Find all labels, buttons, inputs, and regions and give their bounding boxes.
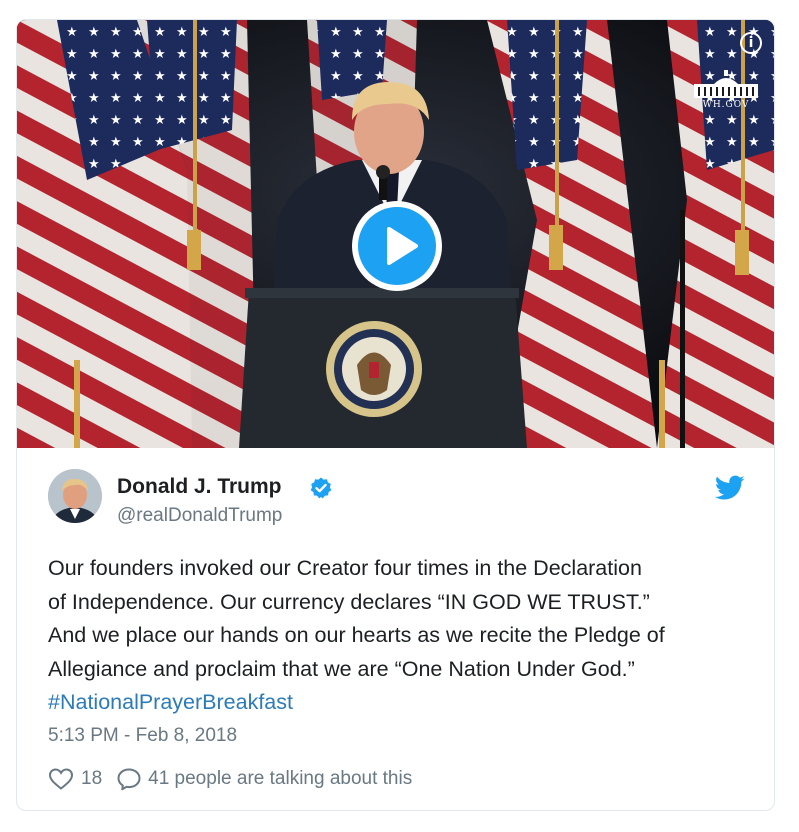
watermark-text: WH.GOV xyxy=(702,100,750,110)
tweet-text: Our founders invoked our Creator four ti… xyxy=(48,552,758,720)
info-icon[interactable]: i xyxy=(740,32,762,54)
embedded-tweet-card[interactable]: ★ xyxy=(16,19,775,811)
tweet-text-line: And we place our hands on our hearts as … xyxy=(48,623,665,647)
like-count[interactable]: 18 xyxy=(81,768,102,790)
author-handle[interactable]: @realDonaldTrump xyxy=(117,505,282,527)
tweet-text-line: Allegiance and proclaim that we are “One… xyxy=(48,656,635,681)
avatar[interactable] xyxy=(48,469,102,523)
tweet-actions: 18 41 people are talking about this xyxy=(48,766,412,792)
hashtag-link[interactable]: #NationalPrayerBreakfast xyxy=(48,686,758,720)
verified-badge-icon xyxy=(310,477,332,499)
play-button[interactable] xyxy=(352,201,442,291)
video-player[interactable]: ★ xyxy=(17,20,774,448)
whitehouse-logo: WH.GOV xyxy=(686,70,766,110)
timestamp-link[interactable]: 5:13 PM - Feb 8, 2018 xyxy=(48,725,237,747)
twitter-bird-icon[interactable] xyxy=(715,475,745,501)
conversation-link[interactable]: 41 people are talking about this xyxy=(148,768,412,790)
speech-bubble-icon[interactable] xyxy=(116,767,142,791)
author-name[interactable]: Donald J. Trump xyxy=(117,475,282,499)
heart-icon[interactable] xyxy=(48,767,74,791)
play-icon xyxy=(358,207,436,285)
tweet-text-line: Our founders invoked our Creator four ti… xyxy=(48,556,642,580)
tweet-text-line: of Independence. Our currency declares “… xyxy=(48,589,650,614)
